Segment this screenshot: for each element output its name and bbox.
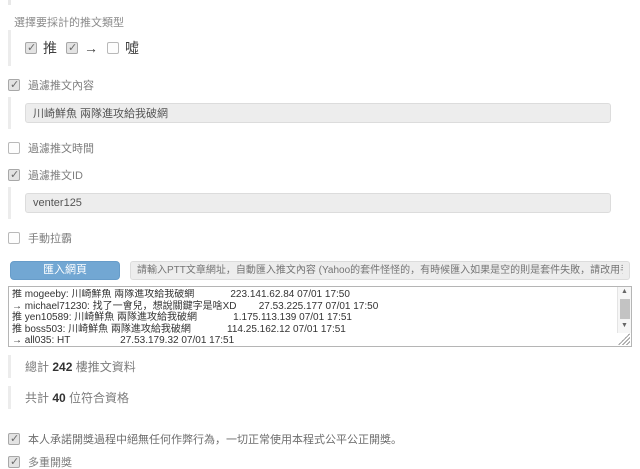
boo-checkbox[interactable] [107,42,119,54]
filter-time-label: 過濾推文時間 [28,140,94,156]
pledge-row: 本人承諾開獎過程中絕無任何作弊行為，一切正常使用本程式公平公正開獎。 [8,431,640,447]
filter-time-checkbox[interactable] [8,142,20,154]
filter-id-label: 過濾推文ID [28,167,83,183]
resize-grip-icon[interactable] [618,333,630,345]
pledge-checkbox[interactable] [8,433,20,445]
filter-content-input[interactable] [25,103,611,123]
total-prefix: 總計 [25,360,52,374]
comments-lines: 推 mogeeby: 川崎鮮魚 兩隊進攻給我破網 223.141.62.84 0… [12,289,615,344]
total-suffix: 樓推文資料 [72,360,135,374]
import-row: 匯入網頁 [10,261,640,280]
comments-textarea[interactable]: 推 mogeeby: 川崎鮮魚 兩隊進攻給我破網 223.141.62.84 0… [8,286,632,347]
comment-line: 推 boss503: 川崎鮮魚 兩隊進攻給我破網 114.25.162.12 0… [12,324,615,336]
qualified-suffix: 位符合資格 [66,391,129,405]
filter-content-label: 過濾推文內容 [28,77,94,93]
scroll-fragment [8,0,11,5]
comment-line: → michael71230: 找了一會兒，想說關鍵字是啥XD 27.53.22… [12,301,615,313]
multi-draw-label: 多重開獎 [28,454,72,469]
filter-id-input-block [8,187,640,219]
type-section-label: 選擇要採計的推文類型 [14,14,640,30]
total-count: 242 [52,360,72,374]
qualified-line: 共計 40 位符合資格 [8,386,640,409]
multi-draw-checkbox[interactable] [8,456,20,468]
scroll-up-icon[interactable]: ▲ [618,287,631,297]
push-checkbox[interactable] [25,42,37,54]
total-comments-line: 總計 242 樓推文資料 [8,355,640,378]
scrollbar-thumb[interactable] [620,299,630,319]
article-url-input[interactable] [130,261,630,280]
filter-content-checkbox[interactable] [8,79,20,91]
manual-mode-row: 手動拉霸 [8,230,640,246]
filter-time-row: 過濾推文時間 [8,140,640,156]
qualified-prefix: 共計 [25,391,52,405]
qualified-count: 40 [52,391,65,405]
filter-id-input[interactable] [25,193,611,213]
multi-draw-row: 多重開獎 [8,454,640,469]
arrow-label: → [84,40,98,56]
filter-content-row: 過濾推文內容 [8,77,640,93]
comment-line: 推 mogeeby: 川崎鮮魚 兩隊進攻給我破網 223.141.62.84 0… [12,289,615,301]
manual-mode-checkbox[interactable] [8,232,20,244]
comment-line: → all035: HT 27.53.179.32 07/01 17:51 [12,335,615,344]
push-label: 推 [43,38,57,58]
type-option-boo[interactable]: 噓 [107,38,139,58]
arrow-checkbox[interactable] [66,42,78,54]
manual-mode-label: 手動拉霸 [28,230,72,246]
filter-id-checkbox[interactable] [8,169,20,181]
filter-content-input-block [8,97,640,129]
type-option-arrow[interactable]: → [66,40,98,56]
filter-id-row: 過濾推文ID [8,167,640,183]
textarea-scrollbar[interactable]: ▲ ▼ [617,287,631,333]
import-webpage-button[interactable]: 匯入網頁 [10,261,120,280]
pledge-label: 本人承諾開獎過程中絕無任何作弊行為，一切正常使用本程式公平公正開獎。 [28,431,402,447]
type-option-push[interactable]: 推 [25,38,57,58]
type-options-block: 推 → 噓 [8,30,640,66]
comment-line: 推 yen10589: 川崎鮮魚 兩隊進攻給我破網 1.175.113.139 … [12,312,615,324]
scroll-down-icon[interactable]: ▼ [618,321,631,331]
boo-label: 噓 [125,38,139,58]
